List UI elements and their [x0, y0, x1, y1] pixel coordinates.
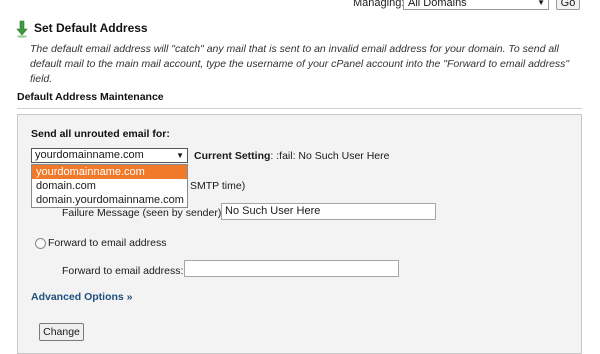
discard-option-tail: SMTP time): [190, 180, 246, 192]
unrouted-domain-value: yourdomainname.com: [35, 149, 144, 161]
current-setting: Current Setting: :fail: No Such User Her…: [194, 150, 389, 162]
download-arrow-icon: [16, 20, 28, 38]
current-setting-value: : :fail: No Such User Here: [270, 150, 390, 162]
chevron-down-icon: ▼: [176, 151, 184, 160]
domain-option[interactable]: domain.yourdomainname.com: [32, 193, 187, 207]
change-button[interactable]: Change: [39, 323, 84, 341]
failure-message-input[interactable]: No Such User Here: [221, 203, 436, 220]
section-divider: [17, 108, 582, 109]
managing-label: Managing:: [353, 0, 405, 9]
unrouted-email-label: Send all unrouted email for:: [31, 128, 170, 140]
forward-radio[interactable]: [35, 238, 46, 249]
forward-radio-label[interactable]: Forward to email address: [48, 237, 166, 249]
chevron-down-icon: ▼: [537, 0, 545, 7]
domain-dropdown-list[interactable]: yourdomainname.com domain.com domain.you…: [31, 164, 188, 208]
managing-domain-value: All Domains: [408, 0, 467, 9]
go-button[interactable]: Go: [556, 0, 580, 10]
forward-address-label: Forward to email address:: [62, 265, 184, 277]
failure-message-label: Failure Message (seen by sender):: [62, 207, 225, 219]
forward-address-input[interactable]: [184, 260, 399, 277]
domain-option[interactable]: yourdomainname.com: [32, 165, 187, 179]
section-title: Default Address Maintenance: [17, 91, 164, 103]
page-description: The default email address will "catch" a…: [30, 43, 570, 85]
current-setting-label: Current Setting: [194, 150, 271, 162]
advanced-options-link[interactable]: Advanced Options »: [31, 291, 133, 303]
unrouted-domain-select[interactable]: yourdomainname.com ▼: [31, 148, 188, 163]
domain-option[interactable]: domain.com: [32, 179, 187, 193]
page-title: Set Default Address: [34, 21, 148, 35]
managing-domain-select[interactable]: All Domains ▼: [403, 0, 549, 10]
